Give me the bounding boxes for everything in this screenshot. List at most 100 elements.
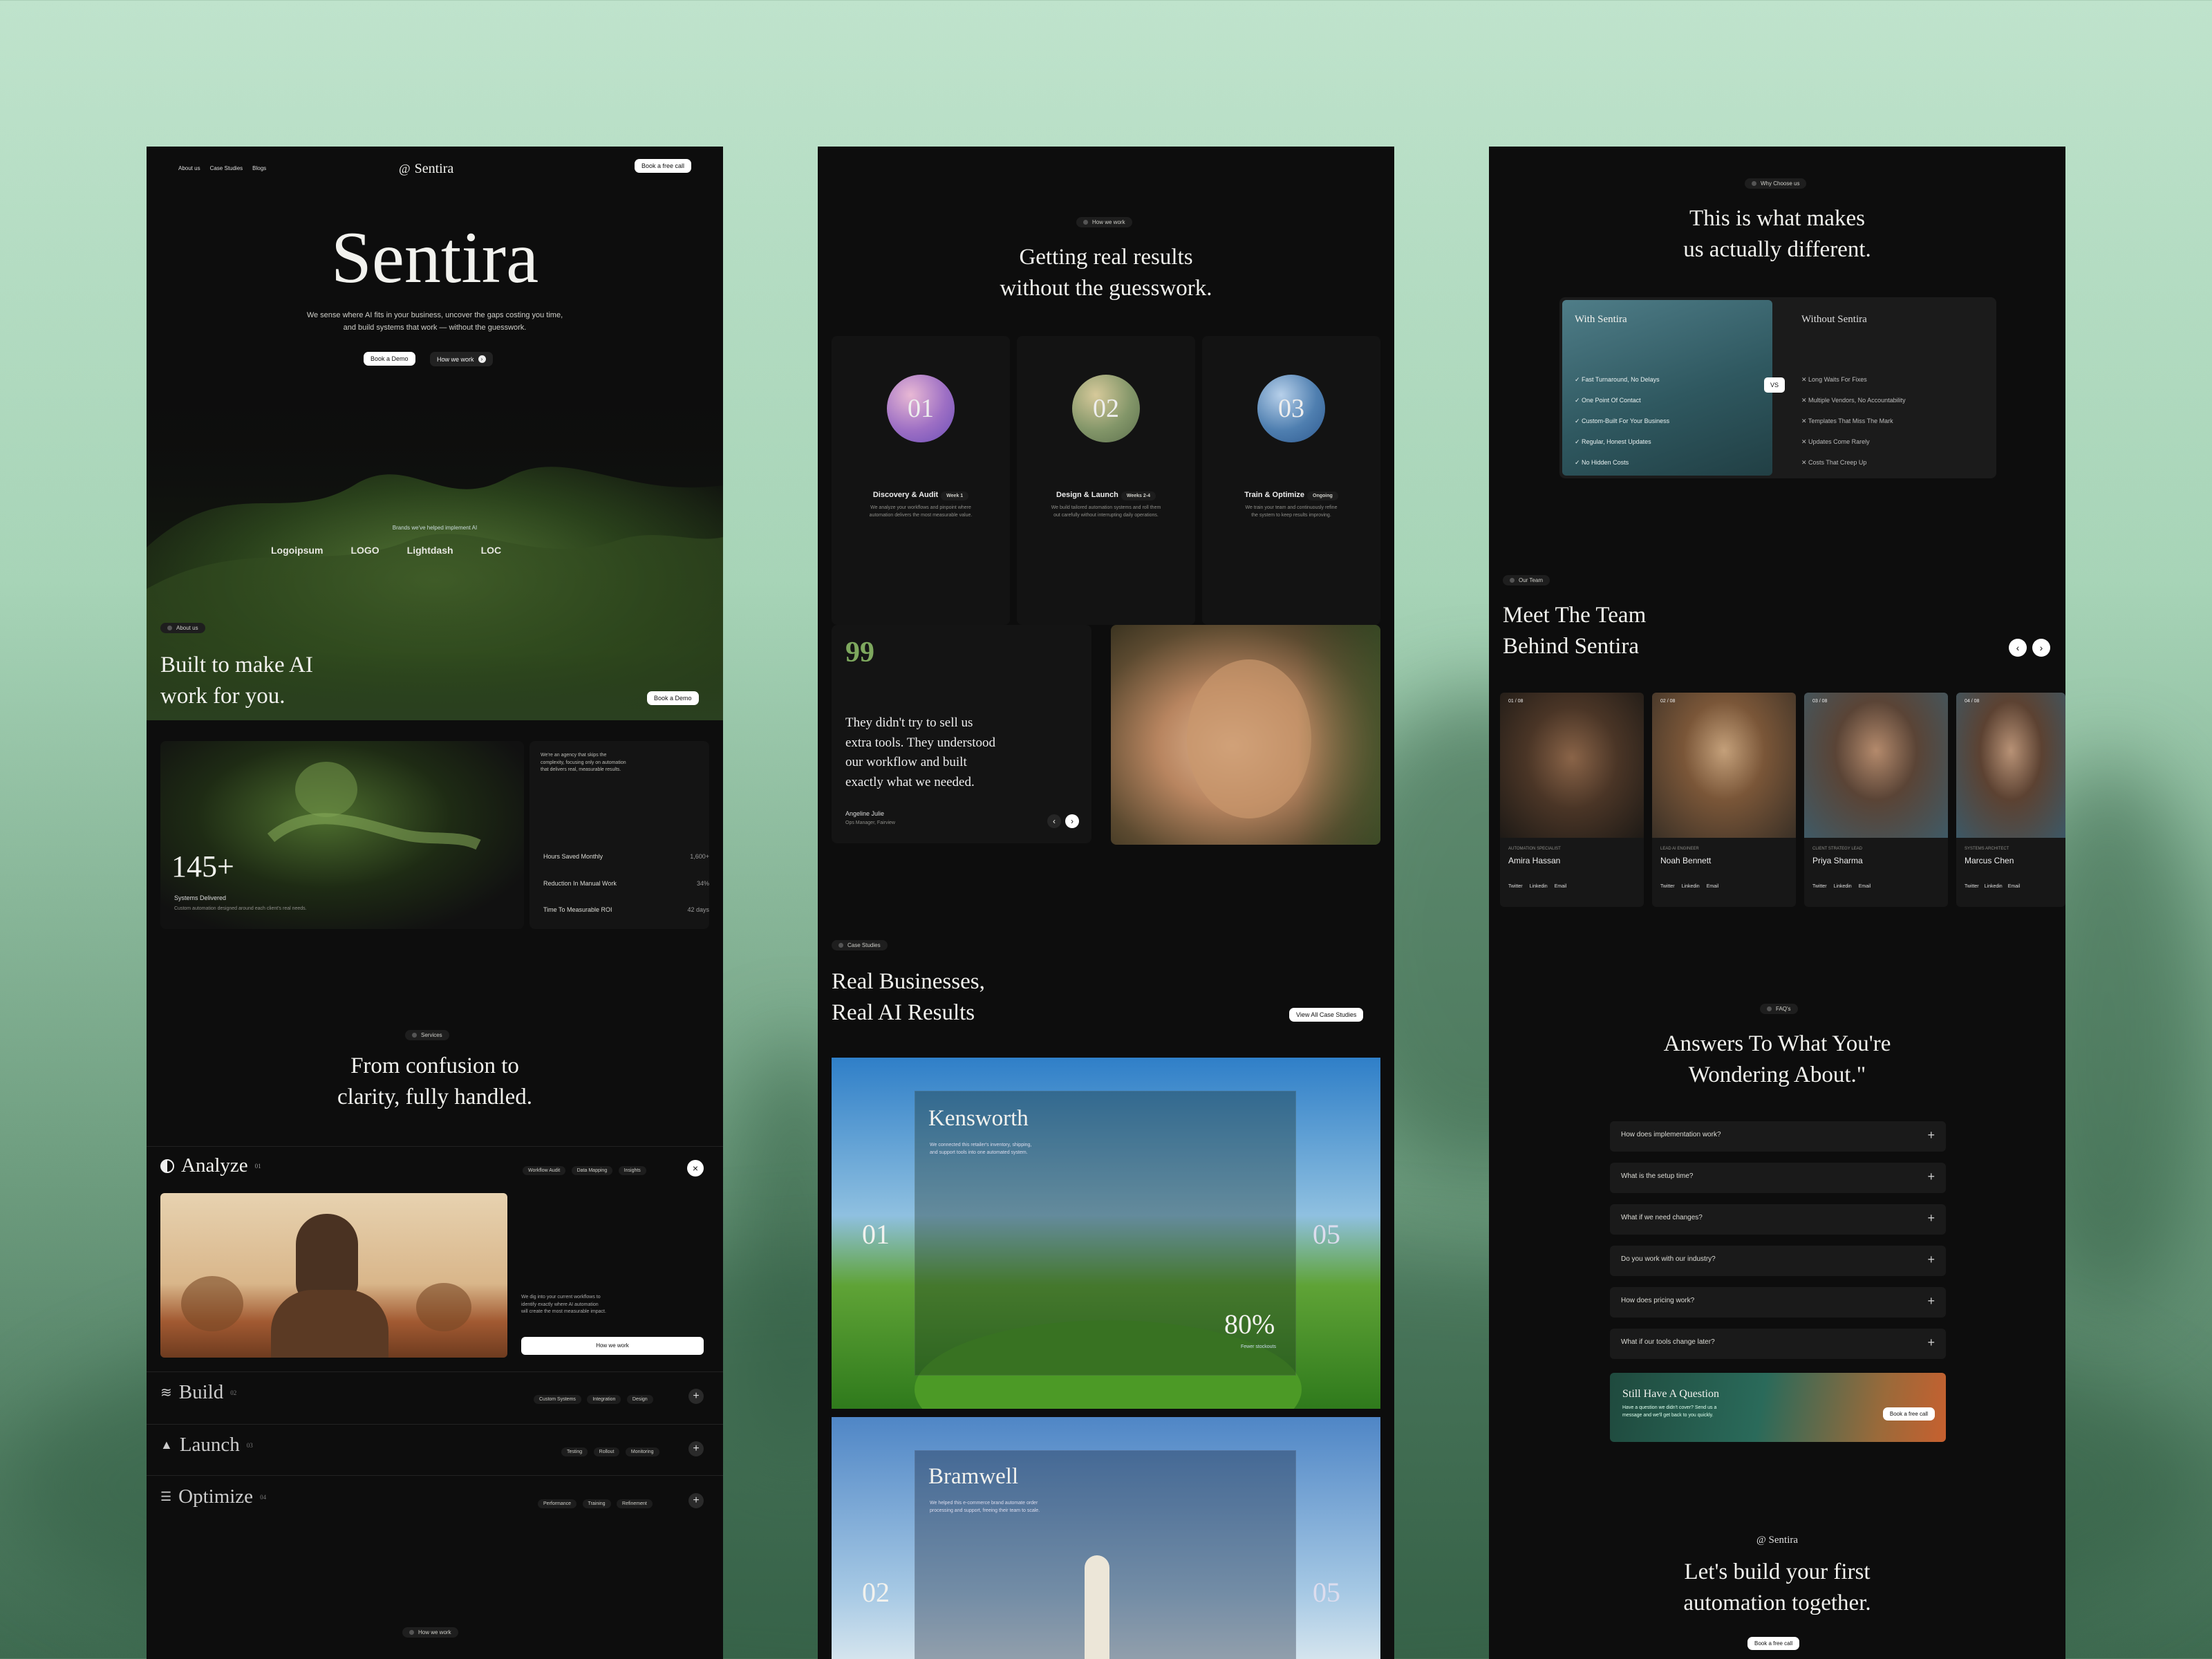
without-item-5: ✕ Costs That Creep Up	[1801, 459, 1867, 466]
step-3-text: Train & Optimize Ongoing We train your te…	[1244, 491, 1338, 518]
faq-title: Answers To What You're Wondering About."	[1663, 1031, 1891, 1087]
testimonial-role: Ops Manager, Fairview	[845, 821, 895, 825]
team-card-amira[interactable]: 01 / 08 AUTOMATION SPECIALIST Amira Hass…	[1500, 693, 1644, 907]
team-next-icon[interactable]: ›	[2032, 639, 2050, 657]
team-card-marcus[interactable]: 04 / 08 SYSTEMS ARCHITECT Marcus Chen Tw…	[1956, 693, 2065, 907]
analyze-chips: Workflow Audit Data Mapping Insights	[520, 1163, 646, 1175]
footer-book-call-button[interactable]: Book a free call	[1747, 1637, 1800, 1650]
brand-logo-1: Logoipsum	[271, 545, 324, 556]
without-item-2: ✕ Multiple Vendors, No Accountability	[1801, 397, 1906, 404]
how-we-work-button[interactable]: How we work ›	[430, 352, 493, 366]
testimonial-portrait-image	[1111, 625, 1380, 845]
hero-title: Sentira	[330, 217, 539, 298]
top-nav: About us Case Studies Blogs	[178, 165, 266, 171]
case-metric-kensworth: 80%	[1224, 1309, 1275, 1340]
chip-rollout: Rollout	[593, 1447, 620, 1456]
case-total-1: 05	[1313, 1219, 1340, 1250]
nav-case-studies[interactable]: Case Studies	[210, 165, 243, 171]
about-book-demo-button[interactable]: Book a Demo	[647, 691, 699, 705]
chip-monitoring: Monitoring	[625, 1447, 659, 1456]
step-1-text: Discovery & Audit Week 1 We analyze your …	[869, 491, 973, 518]
faq-item-tools-change[interactable]: What if our tools change later? +	[1610, 1329, 1946, 1359]
services-title: From confusion to clarity, fully handled…	[337, 1053, 532, 1109]
book-demo-button[interactable]: Book a Demo	[364, 352, 415, 366]
brand-logos: Logoipsum LOGO Lightdash LOC	[271, 545, 501, 556]
services-tag: Services	[405, 1030, 449, 1040]
service-optimize-heading[interactable]: ☰ Optimize 04	[160, 1485, 266, 1508]
testimonial-author: Angeline Julie	[845, 810, 885, 817]
faq-item-setup-time[interactable]: What is the setup time? +	[1610, 1163, 1946, 1193]
view-all-cases-button[interactable]: View All Case Studies	[1289, 1008, 1364, 1022]
metric-row-hours: Hours Saved Monthly 1,600+	[543, 853, 709, 860]
step-card-2: 02	[1017, 336, 1195, 625]
chip-custom-systems: Custom Systems	[534, 1395, 581, 1404]
case-name-bramwell: Bramwell	[928, 1464, 1019, 1489]
faq-item-changes[interactable]: What if we need changes? +	[1610, 1204, 1946, 1235]
without-item-4: ✕ Updates Come Rarely	[1801, 438, 1870, 445]
build-chips: Custom Systems Integration Design	[531, 1391, 653, 1404]
landing-panel-hero: About us Case Studies Blogs @ Sentira Boo…	[147, 147, 723, 1659]
chip-refinement: Refinement	[617, 1499, 653, 1508]
service-build-heading[interactable]: ≋ Build 02	[160, 1381, 236, 1404]
with-item-1: ✓ Fast Turnaround, No Delays	[1575, 376, 1660, 383]
plus-icon: +	[1927, 1253, 1935, 1266]
sliders-icon: ☰	[160, 1490, 172, 1503]
layers-icon: ≋	[160, 1385, 172, 1400]
faq-item-industry[interactable]: Do you work with our industry? +	[1610, 1246, 1946, 1276]
next-arrow-icon[interactable]: ›	[1065, 814, 1079, 828]
stat-value: 145+	[171, 850, 234, 883]
without-sentira-title: Without Sentira	[1801, 314, 1867, 325]
team-card-noah[interactable]: 02 / 08 LEAD AI ENGINEER Noah Bennett Tw…	[1652, 693, 1796, 907]
case-metric-label-kensworth: Fewer stockouts	[1241, 1344, 1276, 1349]
faq-tag: FAQ's	[1760, 1004, 1798, 1014]
prev-arrow-icon[interactable]: ‹	[1047, 814, 1061, 828]
brand-logo[interactable]: @ Sentira	[399, 161, 453, 177]
optimize-chips: Performance Training Refinement	[535, 1496, 653, 1508]
why-title: This is what makes us actually different.	[1683, 206, 1871, 262]
about-tag: About us	[160, 623, 205, 633]
case-index-1: 01	[862, 1219, 890, 1250]
expand-optimize-icon[interactable]: +	[688, 1493, 704, 1508]
chip-performance: Performance	[538, 1499, 577, 1508]
question-book-call-button[interactable]: Book a free call	[1882, 1407, 1935, 1421]
plus-icon: +	[1927, 1211, 1935, 1225]
plus-icon: +	[1927, 1335, 1935, 1349]
team-tag: Our Team	[1503, 575, 1550, 585]
without-sentira-list: ✕ Long Waits For Fixes ✕ Multiple Vendor…	[1801, 369, 1906, 473]
brand-logo-3: Lightdash	[406, 545, 453, 556]
stat-label: Systems Delivered	[174, 894, 227, 901]
faq-item-pricing[interactable]: How does pricing work? +	[1610, 1287, 1946, 1318]
book-call-button[interactable]: Book a free call	[634, 159, 691, 173]
landing-panel-team: Why Choose us This is what makes us actua…	[1489, 147, 2065, 1659]
expand-build-icon[interactable]: +	[688, 1389, 704, 1404]
chip-integration: Integration	[587, 1395, 621, 1404]
team-card-priya[interactable]: 03 / 08 CLIENT STRATEGY LEAD Priya Sharm…	[1804, 693, 1948, 907]
plus-icon: +	[1927, 1170, 1935, 1183]
how-we-work-tag: How we work	[402, 1627, 458, 1638]
nav-blogs[interactable]: Blogs	[252, 165, 266, 171]
brand-logo-4: LOC	[480, 545, 502, 556]
analyze-description: We dig into your current workflows to id…	[521, 1295, 606, 1314]
landing-panel-process: How we work Getting real results without…	[818, 147, 1394, 1659]
metric-row-reduction: Reduction In Manual Work 34%	[543, 880, 709, 887]
service-analyze-heading[interactable]: Analyze 01	[160, 1154, 261, 1177]
footer-title: Let's build your first automation togethe…	[1683, 1559, 1871, 1615]
why-tag: Why Choose us	[1745, 178, 1807, 189]
chip-training: Training	[582, 1499, 611, 1508]
expand-launch-icon[interactable]: +	[688, 1441, 704, 1456]
footer-brand: @ Sentira	[1756, 1535, 1799, 1546]
close-icon[interactable]: ×	[687, 1160, 704, 1177]
case-card-bramwell[interactable]: Bramwell We helped this e-commerce brand…	[832, 1417, 1380, 1659]
service-launch-heading[interactable]: ▲ Launch 03	[160, 1434, 253, 1456]
team-prev-icon[interactable]: ‹	[2009, 639, 2027, 657]
case-card-kensworth[interactable]: Kensworth We connected this retailer's i…	[832, 1058, 1380, 1409]
faq-item-implementation[interactable]: How does implementation work? +	[1610, 1121, 1946, 1152]
analyze-how-button[interactable]: How we work	[521, 1337, 704, 1355]
vs-badge: VS	[1764, 377, 1785, 393]
launch-chips: Testing Rollout Monitoring	[559, 1444, 659, 1456]
step-card-1: 01	[832, 336, 1010, 625]
question-description: Have a question we didn't cover? Send us…	[1622, 1405, 1717, 1418]
question-title: Still Have A Question	[1622, 1388, 1719, 1400]
testimonial-card: 99 They didn't try to sell us extra tools…	[832, 625, 1091, 843]
nav-about[interactable]: About us	[178, 165, 200, 171]
